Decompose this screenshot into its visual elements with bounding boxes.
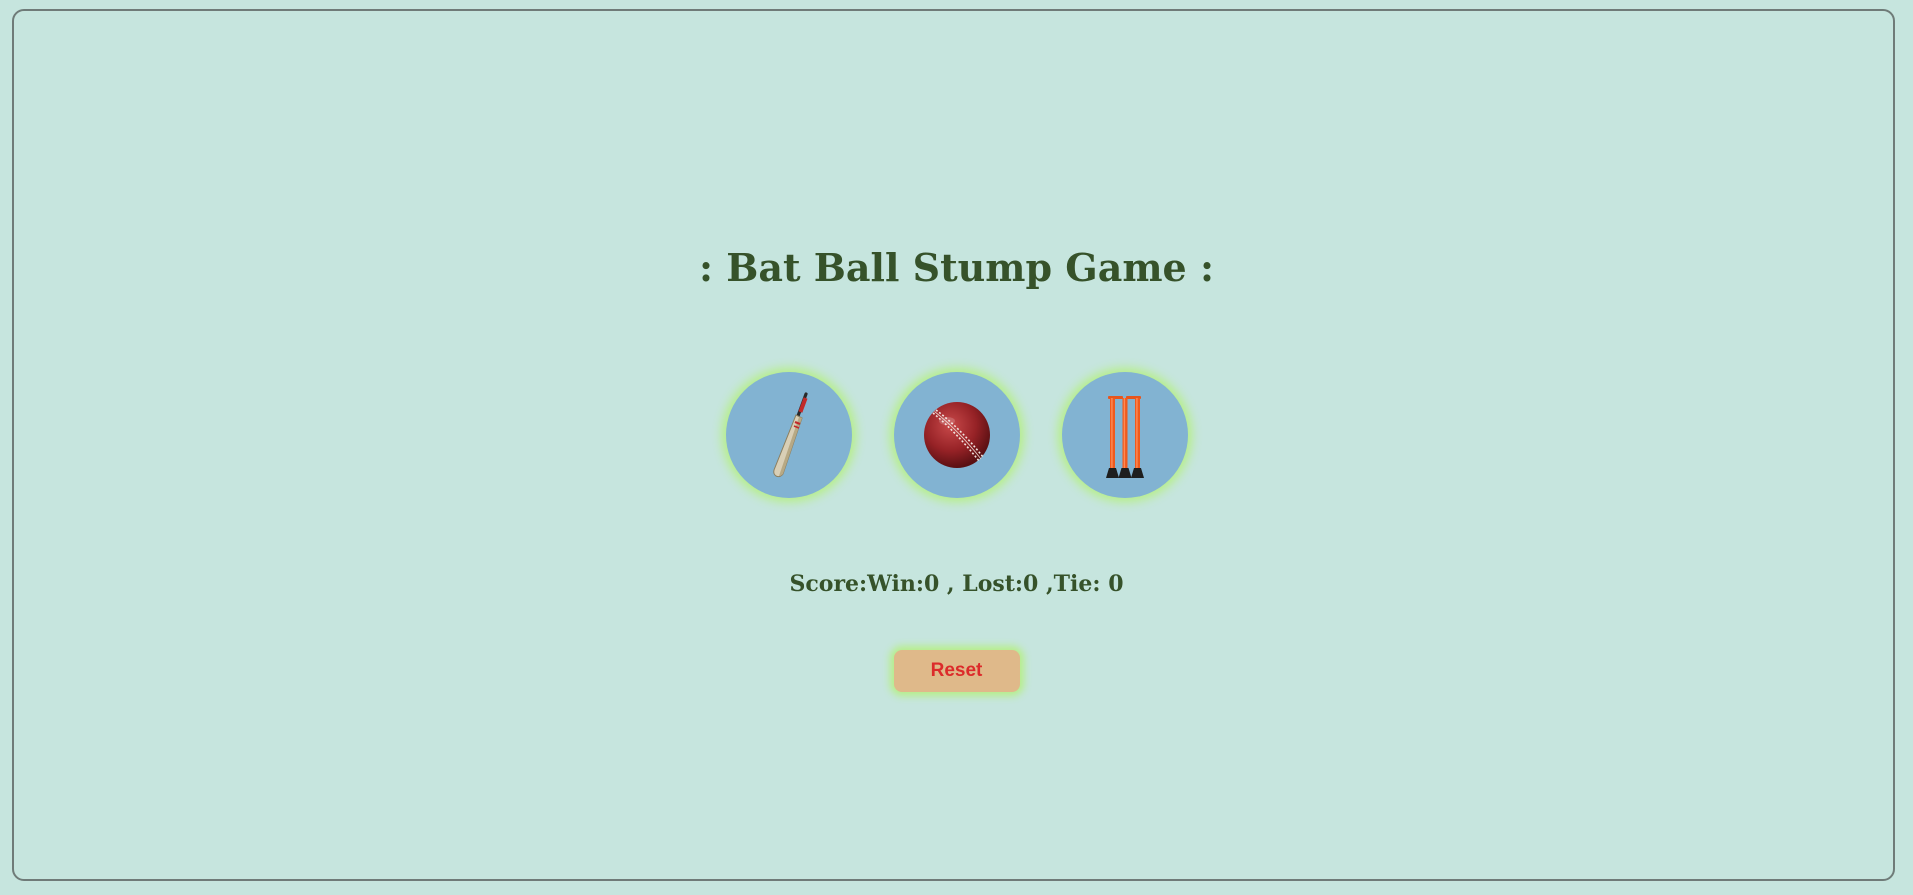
bat-button[interactable]: [725, 372, 852, 498]
reset-button[interactable]: Reset: [893, 650, 1020, 692]
reset-container: Reset: [0, 650, 1913, 692]
ball-icon: [923, 402, 990, 468]
stump-icon: [1105, 396, 1144, 478]
bat-icon: [772, 392, 808, 478]
score-text: Score:Win:0 , Lost:0 ,Tie: 0: [789, 571, 1124, 597]
stump-button[interactable]: [1061, 372, 1188, 498]
page-title: : Bat Ball Stump Game :: [699, 245, 1214, 290]
ball-button[interactable]: [893, 372, 1020, 498]
choice-buttons: [0, 372, 1913, 498]
